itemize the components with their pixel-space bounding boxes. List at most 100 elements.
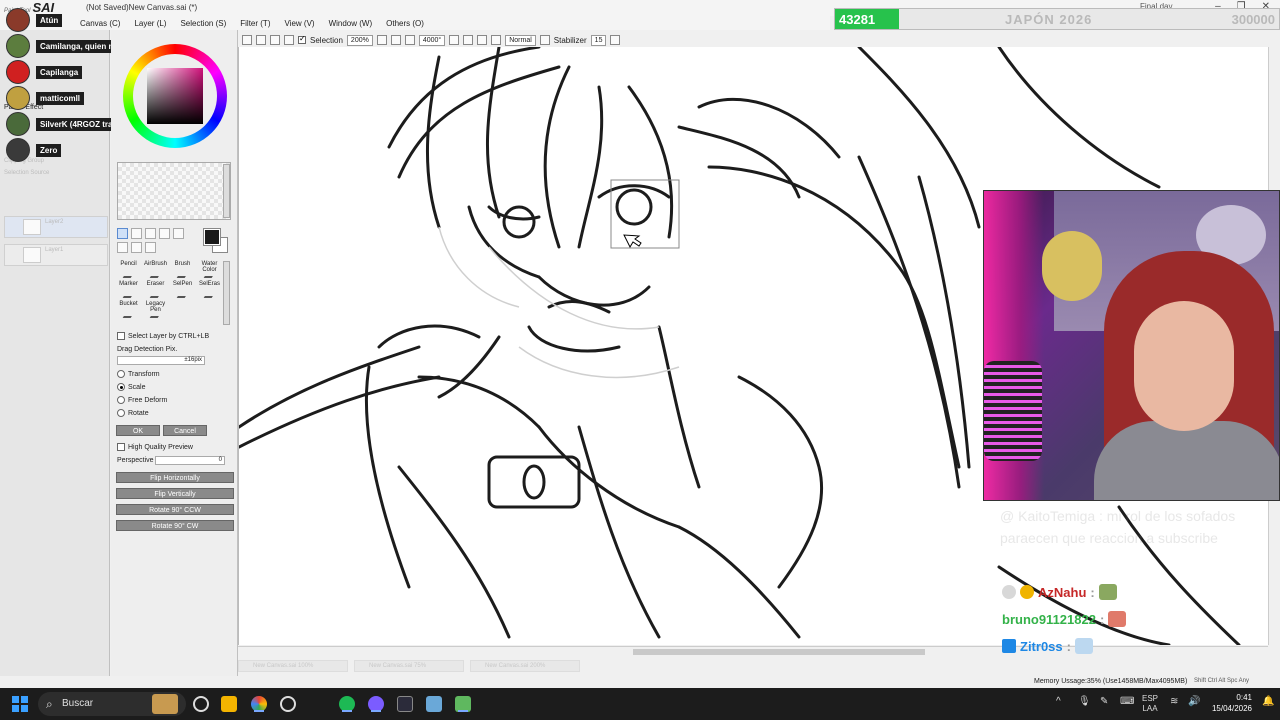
radio-button[interactable] <box>117 383 125 391</box>
layer-row[interactable]: Layer2 <box>4 216 108 238</box>
brush-scrollbar[interactable] <box>223 261 230 325</box>
foreground-color-swatch[interactable] <box>203 228 221 246</box>
magic-wand-icon[interactable] <box>145 228 156 239</box>
monitor-app-icon[interactable] <box>426 696 442 712</box>
stabilizer-label: Stabilizer <box>553 35 587 45</box>
rotate-right-icon[interactable] <box>463 35 474 45</box>
rotate-reset-icon[interactable] <box>477 35 488 45</box>
obs-icon[interactable] <box>397 696 413 712</box>
brush-marker[interactable]: Marker <box>115 281 142 299</box>
microphone <box>984 361 1042 461</box>
deselect-icon[interactable] <box>270 35 280 45</box>
swatch-scrollbar[interactable] <box>223 164 230 218</box>
flip-icon[interactable] <box>491 35 502 45</box>
high-quality-option[interactable]: High Quality Preview <box>117 443 193 451</box>
cancel-button[interactable]: Cancel <box>163 425 207 436</box>
eyedropper-icon[interactable] <box>145 242 156 253</box>
flip-vertical-button[interactable]: Flip Vertically <box>116 488 234 499</box>
rotate-icon[interactable] <box>117 242 128 253</box>
select-layer-option[interactable]: Select Layer by CTRL+LB <box>117 332 209 340</box>
invert-selection-icon[interactable] <box>284 35 294 45</box>
select-layer-checkbox[interactable] <box>117 332 125 340</box>
ok-button[interactable]: OK <box>116 425 160 436</box>
menu-others[interactable]: Others (O) <box>386 19 424 28</box>
language-indicator[interactable]: ESP LAA <box>1142 694 1158 714</box>
zoom-in-icon[interactable] <box>390 35 401 45</box>
drag-detection-slider[interactable]: ±16pix <box>117 356 205 365</box>
perspective-label: Perspective <box>117 457 154 464</box>
microphone-tray-icon[interactable]: 🎙 <box>1078 696 1091 707</box>
volume-icon[interactable]: 🔊 <box>1188 696 1200 707</box>
canvas-horizontal-scrollbar[interactable] <box>238 646 1268 656</box>
brush-brush[interactable]: Brush <box>169 261 196 279</box>
settings-icon[interactable] <box>280 696 296 712</box>
windows-start-icon[interactable] <box>12 696 28 712</box>
paint-tool-sai-icon[interactable] <box>455 696 471 712</box>
redo-icon[interactable] <box>256 35 266 45</box>
scroll-thumb[interactable] <box>633 649 925 655</box>
weather-widget-icon[interactable] <box>152 694 178 714</box>
rotate-ccw-button[interactable]: Rotate 90° CCW <box>116 504 234 515</box>
menu-filter[interactable]: Filter (T) <box>240 19 270 28</box>
scale-radio-row[interactable]: Scale <box>117 383 146 391</box>
doc-tab[interactable]: New Canvas.sai 200% <box>470 660 580 672</box>
grid-icon[interactable] <box>539 35 550 45</box>
brush-bucket[interactable]: Bucket <box>115 301 142 319</box>
radio-button[interactable] <box>117 409 125 417</box>
lasso-icon[interactable] <box>131 228 142 239</box>
swatch-palette[interactable] <box>117 162 231 220</box>
rect-select-icon[interactable] <box>117 228 128 239</box>
copilot-icon[interactable] <box>193 696 209 712</box>
notification-bell-icon[interactable]: 🔔 <box>1262 696 1274 707</box>
undo-icon[interactable] <box>242 35 252 45</box>
menu-selection[interactable]: Selection (S) <box>180 19 226 28</box>
rotate-cw-button[interactable]: Rotate 90° CW <box>116 520 234 531</box>
rotate-radio-row[interactable]: Rotate <box>117 409 149 417</box>
brush-airbrush[interactable]: AirBrush <box>142 261 169 279</box>
brush-watercolor[interactable]: Water Color <box>196 261 223 279</box>
rotation-field[interactable]: 4000° <box>418 34 446 46</box>
saturation-value-square[interactable] <box>147 68 203 124</box>
menu-view[interactable]: View (V) <box>284 19 314 28</box>
brush-legacy-pen[interactable]: Legacy Pen <box>142 301 169 319</box>
flip-horizontal-button[interactable]: Flip Horizontally <box>116 472 234 483</box>
menu-canvas[interactable]: Canvas (C) <box>80 19 120 28</box>
transform-radio-row[interactable]: Transform <box>117 370 160 378</box>
file-explorer-icon[interactable] <box>221 696 237 712</box>
selection-checkbox[interactable] <box>298 34 306 44</box>
radio-button[interactable] <box>117 370 125 378</box>
brush-eraser[interactable]: Eraser <box>142 281 169 299</box>
perspective-slider[interactable]: 0 <box>155 456 225 465</box>
blend-mode-select[interactable]: Normal <box>505 34 536 46</box>
zoom-icon[interactable] <box>173 228 184 239</box>
rotate-left-icon[interactable] <box>449 35 460 45</box>
zoom-reset-icon[interactable] <box>404 35 415 45</box>
color-wheel[interactable] <box>123 44 227 148</box>
zoom-out-icon[interactable] <box>376 35 387 45</box>
tray-chevron-icon[interactable]: ^ <box>1056 696 1061 707</box>
spotify-icon[interactable] <box>339 696 355 712</box>
hand-icon[interactable] <box>131 242 142 253</box>
menu-layer[interactable]: Layer (L) <box>134 19 166 28</box>
doc-tab[interactable]: New Canvas.sai 75% <box>354 660 464 672</box>
select-layer-label: Select Layer by CTRL+LB <box>128 332 210 340</box>
wifi-icon[interactable]: ≋ <box>1170 696 1178 707</box>
menu-window[interactable]: Window (W) <box>329 19 373 28</box>
radio-button[interactable] <box>117 396 125 404</box>
pen-tray-icon[interactable]: ✎ <box>1100 696 1108 707</box>
keyboard-tray-icon[interactable]: ⌨ <box>1120 696 1134 707</box>
layer-row[interactable]: Layer1 <box>4 244 108 266</box>
brush-seleras[interactable]: SelEras <box>196 281 223 299</box>
high-quality-checkbox[interactable] <box>117 443 125 451</box>
stabilizer-dropdown-icon[interactable] <box>610 35 621 45</box>
move-icon[interactable] <box>159 228 170 239</box>
free-deform-radio-row[interactable]: Free Deform <box>117 396 167 404</box>
taskbar-clock[interactable]: 0:41 15/04/2026 <box>1206 692 1252 714</box>
doc-tab[interactable]: New Canvas.sai 100% <box>238 660 348 672</box>
chrome-icon[interactable] <box>251 696 267 712</box>
zoom-field[interactable]: 200% <box>346 34 373 46</box>
brush-pencil[interactable]: Pencil <box>115 261 142 279</box>
stabilizer-select[interactable]: 15 <box>590 34 607 46</box>
brush-selpen[interactable]: SelPen <box>169 281 196 299</box>
discord-icon[interactable] <box>368 696 384 712</box>
